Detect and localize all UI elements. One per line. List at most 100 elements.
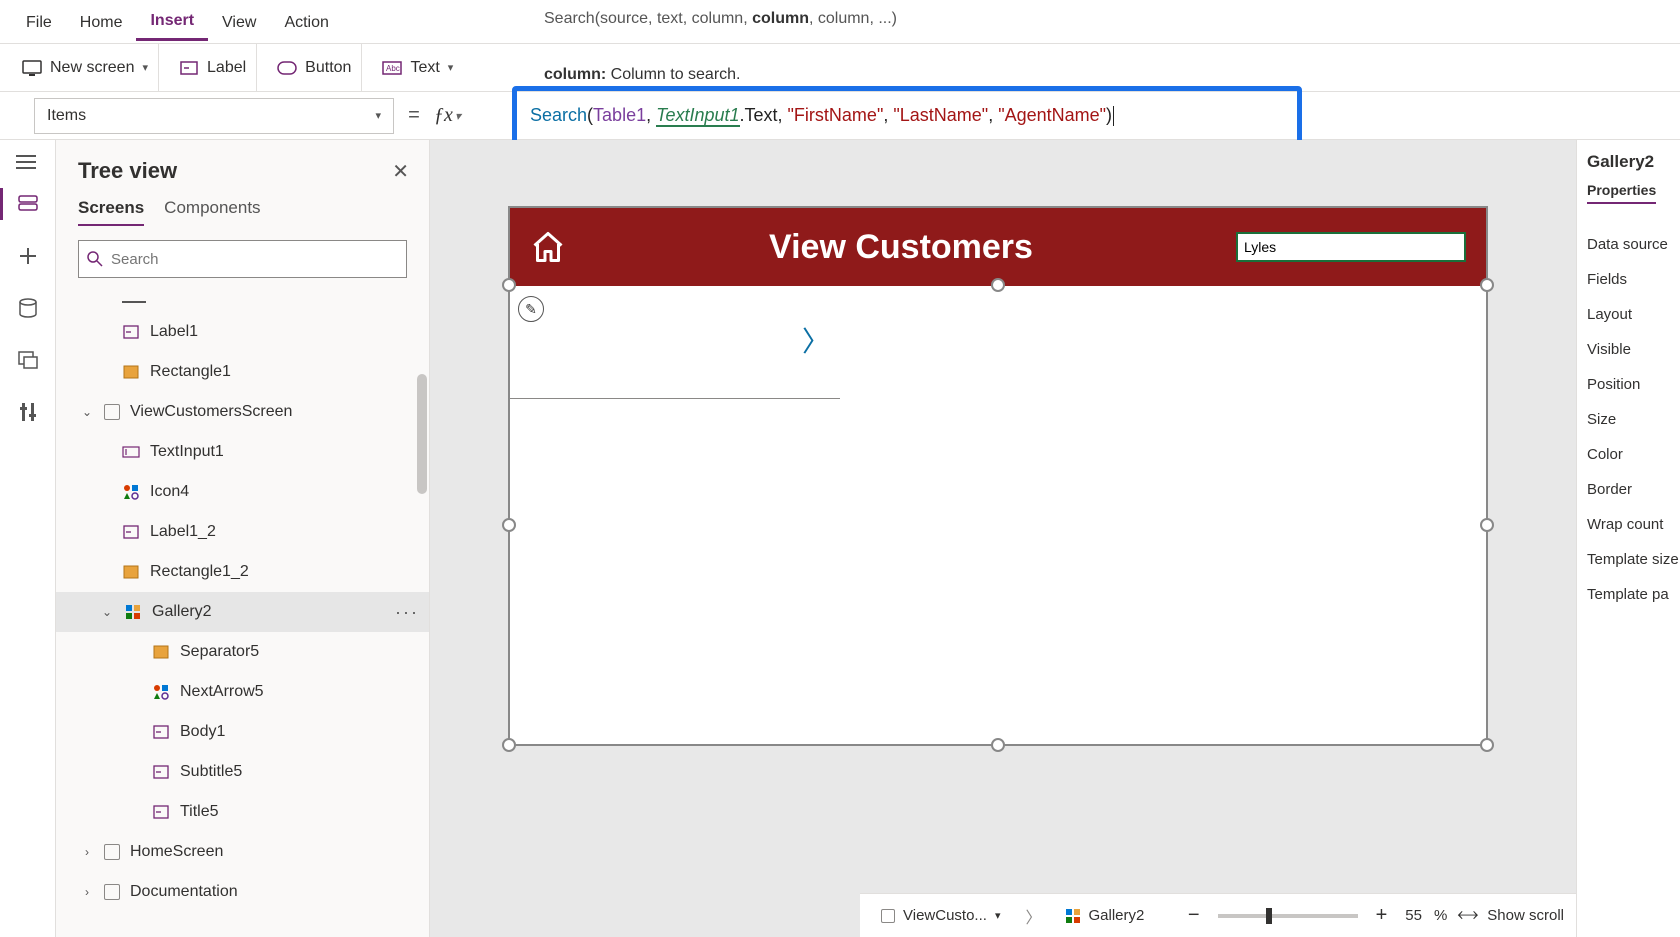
tree-item-textinput1[interactable]: TextInput1 bbox=[56, 432, 429, 472]
resize-handle[interactable] bbox=[991, 738, 1005, 752]
prop-wrap-count[interactable]: Wrap count bbox=[1587, 516, 1670, 533]
separator-line bbox=[510, 398, 840, 399]
tree-view-panel: Tree view ✕ Screens Components Label1 Re… bbox=[56, 140, 430, 937]
tree-item-body1[interactable]: Body1 bbox=[56, 712, 429, 752]
menu-insert[interactable]: Insert bbox=[136, 2, 208, 41]
zoom-in-button[interactable]: + bbox=[1370, 904, 1394, 927]
menu-action[interactable]: Action bbox=[270, 4, 342, 40]
breadcrumb-screen[interactable]: ViewCusto... ▾ bbox=[872, 902, 1009, 929]
fx-button[interactable]: ƒx▾ bbox=[434, 104, 470, 127]
tree-search-input[interactable] bbox=[111, 251, 398, 268]
prop-layout[interactable]: Layout bbox=[1587, 306, 1670, 323]
app-search-input[interactable] bbox=[1236, 232, 1466, 262]
tree-item-nextarrow5[interactable]: NextArrow5 bbox=[56, 672, 429, 712]
edit-template-button[interactable]: ✎ bbox=[518, 296, 544, 322]
screen-icon bbox=[104, 844, 120, 860]
prop-template-size[interactable]: Template size bbox=[1587, 551, 1670, 568]
app-preview-frame[interactable]: View Customers ✎ 〉 bbox=[508, 206, 1488, 746]
chevron-down-icon: ⌄ bbox=[100, 605, 114, 619]
intellisense-column-hint: column: Column to search. bbox=[544, 66, 741, 84]
rectangle-icon bbox=[122, 363, 140, 381]
tree-search-box[interactable] bbox=[78, 240, 407, 278]
formula-bar-row: Items ▾ = ƒx▾ Search(Table1, TextInput1.… bbox=[0, 92, 1680, 140]
home-icon[interactable] bbox=[530, 229, 566, 265]
tree-item-label1-2[interactable]: Label1_2 bbox=[56, 512, 429, 552]
scrollbar-thumb[interactable] bbox=[417, 374, 427, 494]
menu-file[interactable]: File bbox=[12, 4, 66, 40]
canvas-area[interactable]: View Customers ✎ 〉 ViewCusto... ▾ bbox=[430, 140, 1576, 937]
breadcrumb-control[interactable]: Gallery2 bbox=[1057, 902, 1153, 929]
zoom-slider[interactable] bbox=[1218, 914, 1358, 918]
label-button[interactable]: Label bbox=[179, 58, 246, 78]
resize-handle[interactable] bbox=[502, 518, 516, 532]
tab-properties[interactable]: Properties bbox=[1587, 182, 1656, 204]
tree-item-subtitle5[interactable]: Subtitle5 bbox=[56, 752, 429, 792]
new-screen-button[interactable]: New screen ▾ bbox=[22, 58, 148, 78]
formula-input[interactable]: Search(Table1, TextInput1.Text, "FirstNa… bbox=[470, 105, 1115, 126]
tree-item-rectangle1-2[interactable]: Rectangle1_2 bbox=[56, 552, 429, 592]
label-icon bbox=[152, 763, 170, 781]
resize-handle[interactable] bbox=[991, 278, 1005, 292]
menu-home[interactable]: Home bbox=[66, 4, 137, 40]
tree-item-rectangle1[interactable]: Rectangle1 bbox=[56, 352, 429, 392]
zoom-out-button[interactable]: − bbox=[1182, 904, 1206, 927]
app-title: View Customers bbox=[586, 228, 1216, 267]
property-selector[interactable]: Items ▾ bbox=[34, 98, 394, 134]
prop-fields[interactable]: Fields bbox=[1587, 271, 1670, 288]
close-icon[interactable]: ✕ bbox=[392, 159, 409, 184]
more-icon[interactable]: ··· bbox=[395, 602, 419, 623]
tree-item-gallery2[interactable]: ⌄Gallery2··· bbox=[56, 592, 429, 632]
intellisense-signature: Search(source, text, column, column, col… bbox=[544, 10, 897, 28]
resize-handle[interactable] bbox=[1480, 518, 1494, 532]
tree-item-viewcustomersscreen[interactable]: ⌄ViewCustomersScreen bbox=[56, 392, 429, 432]
gallery-icon bbox=[1066, 909, 1080, 923]
button-control-button[interactable]: Button bbox=[277, 58, 351, 78]
prop-size[interactable]: Size bbox=[1587, 411, 1670, 428]
tree-list[interactable]: Label1 Rectangle1 ⌄ViewCustomersScreen T… bbox=[56, 292, 429, 937]
button-icon bbox=[277, 58, 297, 78]
tree-view-rail-button[interactable] bbox=[16, 192, 40, 216]
prop-visible[interactable]: Visible bbox=[1587, 341, 1670, 358]
chevron-right-icon: › bbox=[80, 885, 94, 899]
advanced-rail-button[interactable] bbox=[16, 400, 40, 424]
zoom-controls: − + 55 % ⤢ Show scroll bbox=[1182, 904, 1564, 927]
media-rail-button[interactable] bbox=[16, 348, 40, 372]
search-icon bbox=[87, 251, 103, 267]
tab-components[interactable]: Components bbox=[164, 198, 260, 226]
resize-handle[interactable] bbox=[1480, 738, 1494, 752]
prop-datasource[interactable]: Data source bbox=[1587, 236, 1670, 253]
gallery-body[interactable]: ✎ 〉 bbox=[510, 286, 1486, 744]
text-input-icon: Abc bbox=[382, 58, 402, 78]
menu-view[interactable]: View bbox=[208, 4, 270, 40]
tree-item-documentation[interactable]: ›Documentation bbox=[56, 872, 429, 912]
tree-tabs: Screens Components bbox=[56, 192, 429, 226]
tree-item-collapsed[interactable] bbox=[56, 292, 429, 312]
tree-item-homescreen[interactable]: ›HomeScreen bbox=[56, 832, 429, 872]
prop-template-padding[interactable]: Template pa bbox=[1587, 586, 1670, 603]
text-dropdown-button[interactable]: Abc Text ▾ bbox=[382, 58, 453, 78]
chevron-right-icon[interactable]: 〉 bbox=[802, 320, 830, 360]
resize-handle[interactable] bbox=[502, 278, 516, 292]
tree-view-title: Tree view bbox=[78, 158, 177, 184]
tab-screens[interactable]: Screens bbox=[78, 198, 144, 226]
fit-to-window-button[interactable]: ⤢ bbox=[1454, 902, 1482, 930]
status-bar: ViewCusto... ▾ 〉 Gallery2 − + 55 % ⤢ Sho… bbox=[860, 893, 1576, 937]
tree-item-title5[interactable]: Title5 bbox=[56, 792, 429, 832]
text-cursor bbox=[1113, 106, 1114, 126]
resize-handle[interactable] bbox=[1480, 278, 1494, 292]
zoom-slider-thumb[interactable] bbox=[1266, 908, 1272, 924]
resize-handle[interactable] bbox=[502, 738, 516, 752]
tree-item-separator5[interactable]: Separator5 bbox=[56, 632, 429, 672]
insert-rail-button[interactable] bbox=[16, 244, 40, 268]
tree-item-label1[interactable]: Label1 bbox=[56, 312, 429, 352]
prop-color[interactable]: Color bbox=[1587, 446, 1670, 463]
chevron-down-icon: ▾ bbox=[455, 109, 461, 123]
zoom-value: 55 bbox=[1405, 907, 1422, 924]
data-rail-button[interactable] bbox=[16, 296, 40, 320]
prop-border[interactable]: Border bbox=[1587, 481, 1670, 498]
breadcrumb-separator: 〉 bbox=[1025, 904, 1041, 928]
tree-item-icon4[interactable]: Icon4 bbox=[56, 472, 429, 512]
prop-position[interactable]: Position bbox=[1587, 376, 1670, 393]
screen-icon bbox=[881, 909, 895, 923]
hamburger-icon[interactable] bbox=[16, 154, 36, 170]
